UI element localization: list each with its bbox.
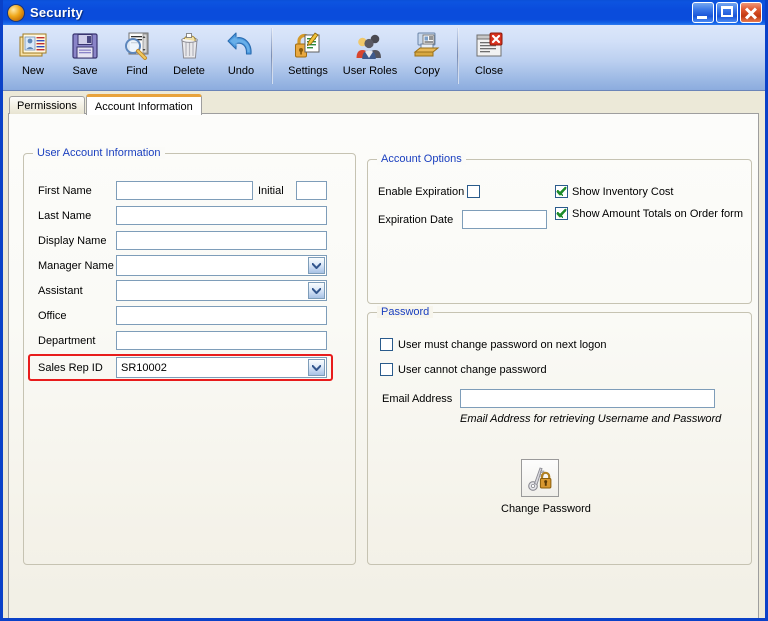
floppy-disk-icon (72, 33, 98, 59)
minimize-icon (697, 16, 707, 19)
tab-permissions[interactable]: Permissions (9, 96, 85, 114)
security-window: Security New Save Find Delete Undo Setti… (0, 0, 768, 621)
window-title: Security (30, 5, 83, 20)
checkbox-show-inventory-cost[interactable] (555, 185, 568, 198)
key-padlock-icon (528, 467, 552, 491)
combo-manager-name[interactable] (116, 255, 327, 276)
window-controls (692, 2, 762, 23)
toolbar-button-find[interactable]: Find (111, 25, 163, 87)
group-legend-user-account-information: User Account Information (33, 147, 165, 159)
toolbar-separator (271, 28, 273, 84)
toolbar-label-save: Save (72, 65, 98, 77)
toolbar-separator-2 (457, 28, 459, 84)
toolbar: New Save Find Delete Undo Settings User … (3, 25, 765, 91)
toolbar-button-close[interactable]: Close (463, 25, 515, 87)
label-enable-expiration: Enable Expiration (378, 186, 465, 198)
input-display-name[interactable] (116, 231, 327, 250)
toolbar-label-new: New (21, 65, 44, 77)
combo-sales-rep-id[interactable]: SR10002 (116, 357, 327, 378)
toolbar-button-delete[interactable]: Delete (163, 25, 215, 87)
group-account-options: Account Options Enable Expiration Expira… (367, 153, 752, 304)
label-initial: Initial (258, 185, 284, 197)
chevron-down-icon[interactable] (308, 359, 325, 376)
label-last-name: Last Name (38, 210, 92, 222)
label-office: Office (38, 310, 67, 322)
label-department: Department (38, 335, 96, 347)
checkbox-cannot-change-password[interactable] (380, 363, 393, 376)
check-icon (556, 208, 567, 218)
group-user-account-information: User Account Information First Name Init… (23, 147, 356, 565)
group-password: Password User must change password on ne… (367, 306, 752, 565)
group-legend-password: Password (377, 306, 434, 318)
tab-page-account-information: User Account Information First Name Init… (8, 113, 759, 618)
close-button[interactable] (740, 2, 762, 23)
undo-arrow-icon (227, 32, 252, 55)
toolbar-button-copy[interactable]: Copy (401, 25, 453, 87)
checkbox-enable-expiration[interactable] (467, 185, 480, 198)
toolbar-label-copy: Copy (414, 65, 440, 77)
checkbox-show-amount-totals[interactable] (555, 207, 568, 220)
trash-can-icon (181, 33, 198, 59)
toolbar-button-undo[interactable]: Undo (215, 25, 267, 87)
label-email-address: Email Address (382, 393, 453, 405)
combo-value-sales-rep-id: SR10002 (121, 361, 167, 374)
change-password-label: Change Password (501, 503, 591, 515)
input-first-name[interactable] (116, 181, 253, 200)
input-office[interactable] (116, 306, 327, 325)
toolbar-button-user-roles[interactable]: User Roles (339, 25, 401, 87)
tab-account-information[interactable]: Account Information (85, 94, 202, 115)
chevron-down-icon[interactable] (308, 257, 325, 274)
label-sales-rep-id: Sales Rep ID (38, 362, 103, 374)
toolbar-label-settings: Settings (288, 65, 328, 77)
label-assistant: Assistant (38, 285, 83, 297)
group-legend-account-options: Account Options (377, 153, 466, 165)
input-last-name[interactable] (116, 206, 327, 225)
label-display-name: Display Name (38, 235, 107, 247)
combo-assistant[interactable] (116, 280, 327, 301)
label-cannot-change-password: User cannot change password (398, 364, 547, 376)
app-sphere-icon (8, 4, 24, 21)
magnifier-icon (125, 32, 149, 60)
copy-card-icon (413, 32, 440, 57)
maximize-icon (721, 6, 733, 17)
toolbar-label-undo: Undo (227, 65, 255, 77)
toolbar-button-settings[interactable]: Settings (277, 25, 339, 87)
label-show-inventory-cost: Show Inventory Cost (572, 186, 674, 198)
change-password-button[interactable] (521, 459, 559, 497)
maximize-button[interactable] (716, 2, 738, 23)
input-email-address[interactable] (460, 389, 715, 408)
input-expiration-date[interactable] (462, 210, 547, 229)
tab-strip: Permissions Account Information (9, 94, 203, 115)
label-first-name: First Name (38, 185, 92, 197)
toolbar-label-close: Close (474, 65, 504, 77)
input-initial[interactable] (296, 181, 327, 200)
users-group-icon (356, 34, 381, 59)
check-icon (556, 186, 567, 196)
label-manager-name: Manager Name (38, 260, 114, 272)
label-expiration-date: Expiration Date (378, 214, 454, 226)
new-document-icon (19, 33, 47, 57)
input-department[interactable] (116, 331, 327, 350)
minimize-button[interactable] (692, 2, 714, 23)
toolbar-button-new[interactable]: New (7, 25, 59, 87)
toolbar-label-user-roles: User Roles (342, 65, 398, 77)
padlock-settings-icon (295, 32, 320, 58)
client-area: Permissions Account Information User Acc… (3, 91, 765, 618)
toolbar-button-save[interactable]: Save (59, 25, 111, 87)
chevron-down-icon[interactable] (308, 282, 325, 299)
toolbar-label-delete: Delete (173, 65, 205, 77)
close-window-icon (476, 32, 503, 57)
toolbar-label-find: Find (126, 65, 148, 77)
checkbox-must-change-password[interactable] (380, 338, 393, 351)
label-show-amount-totals: Show Amount Totals on Order form (572, 208, 743, 220)
email-address-hint: Email Address for retrieving Username an… (460, 413, 722, 425)
label-must-change-password: User must change password on next logon (398, 339, 607, 351)
title-bar: Security (3, 0, 765, 25)
